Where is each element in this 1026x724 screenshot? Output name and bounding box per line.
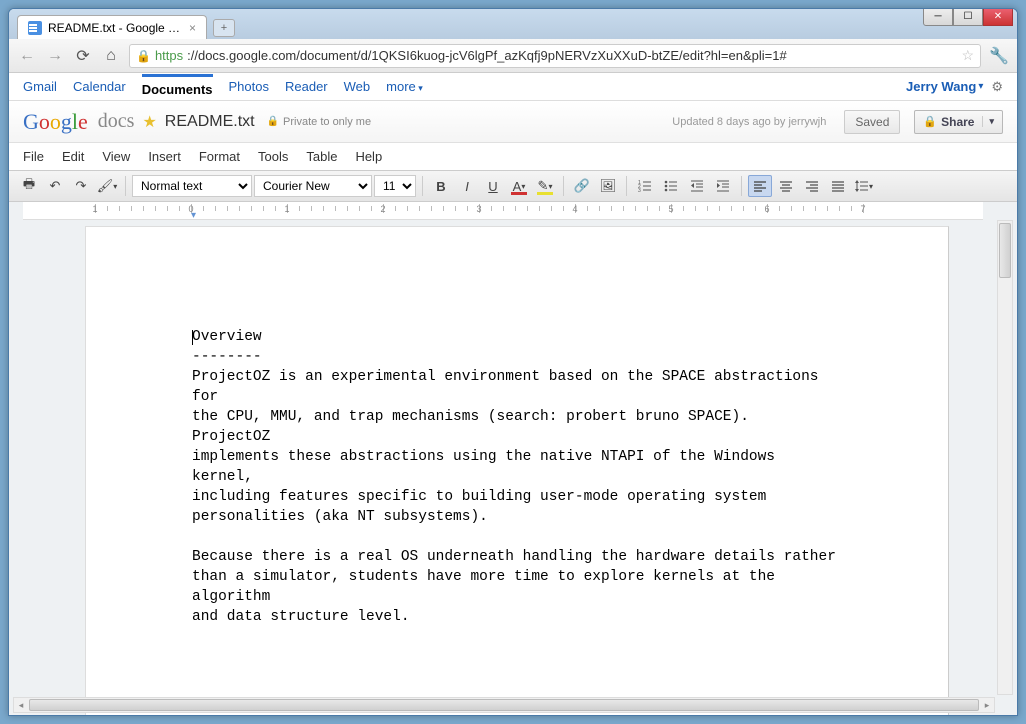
share-button[interactable]: 🔒 Share ▾ xyxy=(914,110,1003,134)
window-minimize-button[interactable]: ─ xyxy=(923,8,953,26)
settings-gear-icon[interactable]: ⚙ xyxy=(991,79,1003,95)
menu-view[interactable]: View xyxy=(102,149,130,164)
menu-help[interactable]: Help xyxy=(355,149,382,164)
browser-window: ─ ☐ ✕ README.txt - Google Docs × + ← → ⟳… xyxy=(8,8,1018,716)
address-bar[interactable]: 🔒 https ://docs.google.com/document/d/1QK… xyxy=(129,44,981,68)
increase-indent-button[interactable] xyxy=(711,175,735,197)
docs-favicon-icon xyxy=(28,21,42,35)
paint-format-button[interactable]: 🖌▾ xyxy=(95,175,119,197)
gnav-user[interactable]: Jerry Wang xyxy=(906,79,976,94)
scroll-right-arrow-icon[interactable]: ▸ xyxy=(980,698,994,712)
insert-image-button[interactable]: 🖼 xyxy=(596,175,620,197)
text-color-button[interactable]: A▾ xyxy=(507,175,531,197)
tab-strip: README.txt - Google Docs × + xyxy=(9,9,1017,39)
gnav-more[interactable]: more xyxy=(386,79,423,94)
url-protocol: https xyxy=(155,48,183,63)
window-close-button[interactable]: ✕ xyxy=(983,8,1013,26)
scroll-left-arrow-icon[interactable]: ◂ xyxy=(14,698,28,712)
nav-forward-button[interactable]: → xyxy=(45,46,65,66)
print-button[interactable]: 🖶 xyxy=(17,175,41,197)
gnav-web[interactable]: Web xyxy=(344,79,371,94)
menu-tools[interactable]: Tools xyxy=(258,149,288,164)
numbered-list-button[interactable]: 123 xyxy=(633,175,657,197)
horizontal-scrollbar[interactable]: ◂ ▸ xyxy=(13,697,995,713)
nav-home-button[interactable]: ⌂ xyxy=(101,46,121,66)
gnav-reader[interactable]: Reader xyxy=(285,79,328,94)
saved-button[interactable]: Saved xyxy=(844,110,900,134)
menu-format[interactable]: Format xyxy=(199,149,240,164)
underline-button[interactable]: U xyxy=(481,175,505,197)
address-bar-row: ← → ⟳ ⌂ 🔒 https ://docs.google.com/docume… xyxy=(9,39,1017,73)
font-family-select[interactable]: Courier New xyxy=(254,175,372,197)
bold-button[interactable]: B xyxy=(429,175,453,197)
wrench-menu-button[interactable]: 🔧 xyxy=(989,46,1009,66)
document-page[interactable]: Overview -------- ProjectOZ is an experi… xyxy=(85,226,949,715)
horizontal-ruler[interactable]: 101234567▾ xyxy=(23,202,983,220)
font-size-select[interactable]: 11pt xyxy=(374,175,416,197)
format-toolbar: 🖶 ↶ ↷ 🖌▾ Normal text Courier New 11pt B … xyxy=(9,171,1017,202)
share-dropdown-icon[interactable]: ▾ xyxy=(982,116,994,127)
browser-tab[interactable]: README.txt - Google Docs × xyxy=(17,15,207,39)
menu-edit[interactable]: Edit xyxy=(62,149,84,164)
paragraph-style-select[interactable]: Normal text xyxy=(132,175,252,197)
docs-logo-text: docs xyxy=(98,110,135,133)
menu-table[interactable]: Table xyxy=(306,149,337,164)
vertical-scrollbar[interactable] xyxy=(997,220,1013,695)
new-tab-button[interactable]: + xyxy=(213,19,235,37)
insert-link-button[interactable]: 🔗 xyxy=(570,175,594,197)
google-logo[interactable]: Google xyxy=(23,109,88,135)
google-nav-bar: Gmail Calendar Documents Photos Reader W… xyxy=(9,73,1017,101)
align-right-button[interactable] xyxy=(800,175,824,197)
document-content[interactable]: Overview -------- ProjectOZ is an experi… xyxy=(192,327,842,627)
doc-header: Google docs ★ README.txt 🔒 Private to on… xyxy=(9,101,1017,143)
svg-text:3: 3 xyxy=(638,188,641,193)
tab-close-button[interactable]: × xyxy=(189,21,196,35)
user-menu-arrow-icon[interactable]: ▾ xyxy=(978,81,983,92)
gnav-documents[interactable]: Documents xyxy=(142,74,213,97)
italic-button[interactable]: I xyxy=(455,175,479,197)
align-justify-button[interactable] xyxy=(826,175,850,197)
scroll-thumb[interactable] xyxy=(999,223,1011,278)
gnav-gmail[interactable]: Gmail xyxy=(23,79,57,94)
window-maximize-button[interactable]: ☐ xyxy=(953,8,983,26)
decrease-indent-button[interactable] xyxy=(685,175,709,197)
align-left-button[interactable] xyxy=(748,175,772,197)
doc-privacy[interactable]: 🔒 Private to only me xyxy=(267,116,372,128)
gnav-photos[interactable]: Photos xyxy=(229,79,269,94)
highlight-color-button[interactable]: ✎▾ xyxy=(533,175,557,197)
line-spacing-button[interactable]: ▾ xyxy=(852,175,876,197)
url-path: ://docs.google.com/document/d/1QKSI6kuog… xyxy=(187,48,787,63)
menu-insert[interactable]: Insert xyxy=(148,149,181,164)
align-center-button[interactable] xyxy=(774,175,798,197)
bookmark-star-icon[interactable]: ☆ xyxy=(961,47,974,64)
bulleted-list-button[interactable] xyxy=(659,175,683,197)
gnav-calendar[interactable]: Calendar xyxy=(73,79,126,94)
undo-button[interactable]: ↶ xyxy=(43,175,67,197)
doc-title[interactable]: README.txt xyxy=(165,113,255,131)
share-lock-icon: 🔒 xyxy=(923,115,937,128)
redo-button[interactable]: ↷ xyxy=(69,175,93,197)
tab-title: README.txt - Google Docs xyxy=(48,21,183,35)
privacy-lock-icon: 🔒 xyxy=(267,116,279,127)
lock-icon: 🔒 xyxy=(136,49,151,63)
scroll-thumb-h[interactable] xyxy=(29,699,979,711)
menu-bar: File Edit View Insert Format Tools Table… xyxy=(9,143,1017,171)
doc-updated-text: Updated 8 days ago by jerrywjh xyxy=(672,116,826,128)
nav-reload-button[interactable]: ⟳ xyxy=(73,46,93,66)
document-workspace: 101234567▾ Overview -------- ProjectOZ i… xyxy=(9,202,1017,715)
menu-file[interactable]: File xyxy=(23,149,44,164)
nav-back-button[interactable]: ← xyxy=(17,46,37,66)
doc-star-icon[interactable]: ★ xyxy=(142,112,156,132)
